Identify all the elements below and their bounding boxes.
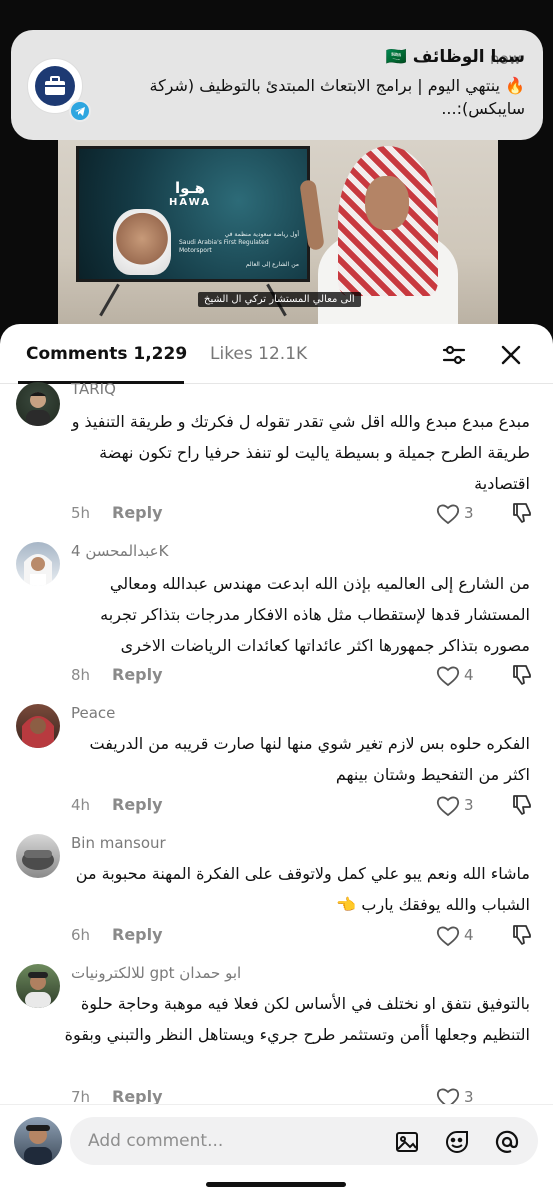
heart-icon[interactable] bbox=[436, 503, 460, 525]
tab-likes[interactable]: Likes 12.1K bbox=[210, 344, 307, 364]
like-count: 3 bbox=[464, 796, 474, 814]
like-count: 4 bbox=[464, 926, 474, 944]
comments-sheet: Comments 1,229 Likes 12.1K TARIQ مبدع مب… bbox=[0, 324, 553, 1200]
notification-body: 🔥 ينتهي اليوم | برامج الابتعاث المبتدئ ب… bbox=[149, 76, 525, 118]
tv-screen: هـوا HAWA أول رياضة سعودية منظمة في Saud… bbox=[76, 146, 310, 282]
home-indicator[interactable] bbox=[206, 1182, 346, 1187]
heart-icon[interactable] bbox=[436, 665, 460, 687]
reply-button[interactable]: Reply bbox=[112, 925, 163, 944]
avatar[interactable] bbox=[16, 704, 60, 748]
comment-time: 8h bbox=[71, 666, 91, 684]
comment-author[interactable]: TARIQ bbox=[71, 380, 116, 398]
avatar[interactable] bbox=[16, 834, 60, 878]
comment-text: مبدع مبدع مبدع والله اقل شي تقدر تقوله ل… bbox=[71, 412, 530, 493]
comments-tabs: Comments 1,229 Likes 12.1K bbox=[0, 324, 553, 384]
comment-item: TARIQ مبدع مبدع مبدع والله اقل شي تقدر ت… bbox=[0, 380, 553, 530]
notification-title: سما الوظائف 🇸🇦 bbox=[385, 47, 525, 67]
comment-author[interactable]: عبدالمحسن 4K bbox=[71, 542, 168, 560]
comment-text: ماشاء الله ونعم يبو علي كمل ولاتوقف على … bbox=[75, 864, 530, 914]
briefcase-icon bbox=[35, 66, 75, 106]
comment-item: عبدالمحسن 4K من الشارع إلى العالميه بإذن… bbox=[0, 542, 553, 692]
like-count: 3 bbox=[464, 504, 474, 522]
tv-title: هـوا HAWA bbox=[169, 179, 211, 208]
comment-author[interactable]: Peace bbox=[71, 704, 115, 722]
comment-text: بالتوفيق نتفق او نختلف في الأساس لكن فعل… bbox=[64, 994, 530, 1044]
thumbs-down-icon[interactable] bbox=[510, 663, 534, 687]
comment-item: ابو حمدان gpt للالكترونيات بالتوفيق نتفق… bbox=[0, 964, 553, 1114]
comment-item: Peace الفكره حلوه بس لازم تغير شوي منها … bbox=[0, 704, 553, 822]
thumbs-down-icon[interactable] bbox=[510, 923, 534, 947]
tab-comments[interactable]: Comments 1,229 bbox=[26, 344, 187, 364]
comment-author[interactable]: ابو حمدان gpt للالكترونيات bbox=[71, 964, 241, 982]
avatar[interactable] bbox=[16, 382, 60, 426]
thumbs-down-icon[interactable] bbox=[510, 501, 534, 525]
avatar[interactable] bbox=[16, 964, 60, 1008]
reply-button[interactable]: Reply bbox=[112, 795, 163, 814]
tv-portrait bbox=[113, 209, 171, 275]
reply-button[interactable]: Reply bbox=[112, 503, 163, 522]
image-icon[interactable] bbox=[394, 1129, 420, 1155]
comment-time: 4h bbox=[71, 796, 91, 814]
video-caption: الى معالي المستشار تركي ال الشيخ bbox=[198, 292, 361, 307]
comment-input-wrapper[interactable] bbox=[70, 1117, 538, 1165]
at-icon[interactable] bbox=[494, 1129, 520, 1155]
comment-time: 6h bbox=[71, 926, 91, 944]
comment-text: من الشارع إلى العالميه بإذن الله ابدعت م… bbox=[100, 574, 530, 655]
heart-icon[interactable] bbox=[436, 925, 460, 947]
video-frame: هـوا HAWA أول رياضة سعودية منظمة في Saud… bbox=[58, 140, 498, 330]
comment-input[interactable] bbox=[88, 1117, 388, 1165]
thumbs-down-icon[interactable] bbox=[510, 793, 534, 817]
avatar bbox=[14, 1117, 62, 1165]
emoji-icon[interactable] bbox=[444, 1129, 470, 1155]
comment-time: 5h bbox=[71, 504, 91, 522]
reply-button[interactable]: Reply bbox=[112, 665, 163, 684]
comment-text: الفكره حلوه بس لازم تغير شوي منها لنها ص… bbox=[89, 734, 530, 784]
avatar[interactable] bbox=[16, 542, 60, 586]
comment-item: Bin mansour ماشاء الله ونعم يبو علي كمل … bbox=[0, 834, 553, 952]
heart-icon[interactable] bbox=[436, 795, 460, 817]
comment-author[interactable]: Bin mansour bbox=[71, 834, 166, 852]
tv-subtitle: أول رياضة سعودية منظمة في Saudi Arabia's… bbox=[179, 231, 299, 268]
close-icon[interactable] bbox=[498, 342, 524, 368]
push-notification[interactable]: now سما الوظائف 🇸🇦 🔥 ينتهي اليوم | برامج… bbox=[11, 30, 543, 140]
like-count: 4 bbox=[464, 666, 474, 684]
sliders-icon[interactable] bbox=[441, 342, 467, 368]
